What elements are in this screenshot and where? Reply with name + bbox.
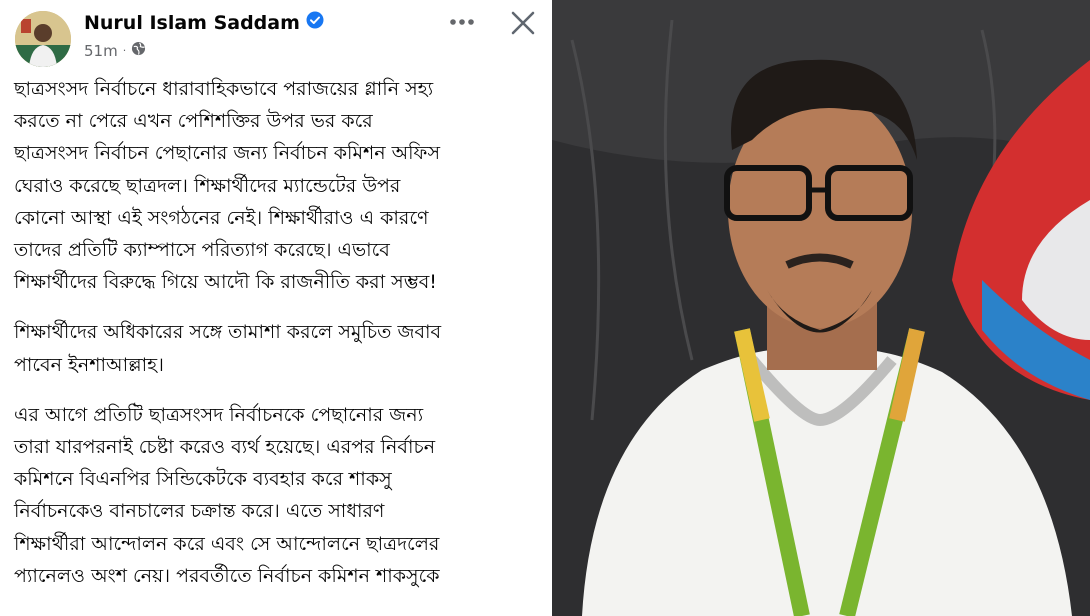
text-line: শিক্ষার্থীরা আন্দোলন করে এবং সে আন্দোলনে… xyxy=(14,532,440,555)
verified-badge-icon xyxy=(306,11,324,34)
portrait-image xyxy=(552,0,1090,616)
globe-icon xyxy=(131,41,146,60)
text-line: পাবেন ইনশাআল্লাহ। xyxy=(14,353,164,376)
text-line: এর আগে প্রতিটি ছাত্রসংসদ নির্বাচনকে পেছা… xyxy=(14,403,424,426)
close-icon[interactable] xyxy=(509,9,537,37)
post-meta: 51m · xyxy=(84,41,146,60)
author-name[interactable]: Nurul Islam Saddam xyxy=(84,12,300,34)
author-avatar[interactable] xyxy=(15,11,71,67)
post-text: ছাত্রসংসদ নির্বাচনে ধারাবাহিকভাবে পরাজয়… xyxy=(14,73,546,610)
post-header: Nurul Islam Saddam 51m · xyxy=(0,0,552,70)
more-options-icon[interactable] xyxy=(448,8,476,36)
post-panel: Nurul Islam Saddam 51m · ছাত্রসংসদ নির্ব… xyxy=(0,0,552,616)
text-line: করতে না পেরে এখন পেশিশক্তির উপর ভর করে xyxy=(14,110,373,133)
author-row: Nurul Islam Saddam xyxy=(84,11,324,34)
text-line: তারা যারপরনাই চেষ্টা করেও ব্যর্থ হয়েছে।… xyxy=(14,436,436,459)
text-line: ছাত্রসংসদ নির্বাচন পেছানোর জন্য নির্বাচন… xyxy=(14,142,440,165)
text-line: কোনো আস্থা এই সংগঠনের নেই। শিক্ষার্থীরাও… xyxy=(14,206,429,229)
post-paragraph: ছাত্রসংসদ নির্বাচনে ধারাবাহিকভাবে পরাজয়… xyxy=(14,73,546,298)
avatar-image xyxy=(15,11,71,67)
text-line: ছাত্রসংসদ নির্বাচনে ধারাবাহিকভাবে পরাজয়… xyxy=(14,78,434,100)
post-paragraph: এর আগে প্রতিটি ছাত্রসংসদ নির্বাচনকে পেছা… xyxy=(14,399,546,592)
text-line: কমিশনে বিএনপির সিন্ডিকেটকে ব্যবহার করে শ… xyxy=(14,468,392,491)
text-line: শিক্ষার্থীদের বিরুদ্ধে গিয়ে আদৌ কি রাজন… xyxy=(14,271,437,294)
text-line: শিক্ষার্থীদের অধিকারের সঙ্গে তামাশা করলে… xyxy=(14,321,442,344)
text-line: তাদের প্রতিটি ক্যাম্পাসে পরিত্যাগ করেছে।… xyxy=(14,239,390,262)
profile-photo xyxy=(552,0,1090,616)
text-line: ঘেরাও করেছে ছাত্রদল। শিক্ষার্থীদের ম্যান… xyxy=(14,174,401,197)
text-line: প্যানেলও অংশ নেয়। পরবর্তীতে নির্বাচন কম… xyxy=(14,564,440,587)
post-paragraph: শিক্ষার্থীদের অধিকারের সঙ্গে তামাশা করলে… xyxy=(14,316,546,380)
meta-separator: · xyxy=(122,44,127,57)
text-line: নির্বাচনকেও বানচালের চক্রান্ত করে। এতে স… xyxy=(14,500,385,523)
post-time[interactable]: 51m xyxy=(84,42,118,60)
